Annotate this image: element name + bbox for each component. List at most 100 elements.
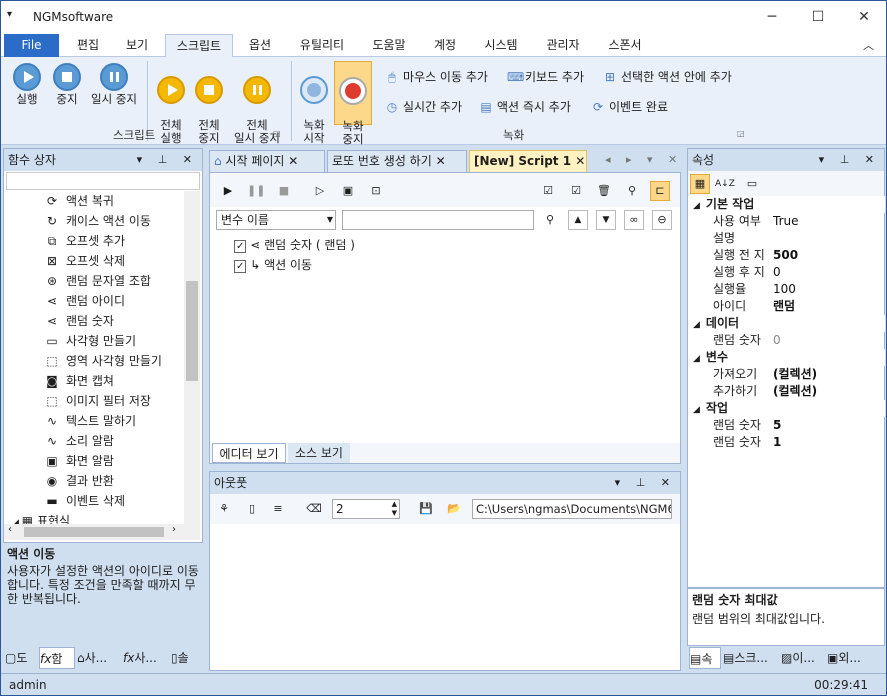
pause-button[interactable]: 일시 중지 — [87, 63, 141, 106]
property-row[interactable]: 랜덤 숫자 5 — [705, 417, 885, 434]
tree-item[interactable]: ∿ 텍스트 말하기 — [44, 411, 136, 431]
stop-button[interactable]: 중지 — [49, 63, 85, 106]
function-search-input[interactable] — [6, 172, 200, 190]
tree-scrollbar[interactable] — [184, 191, 200, 524]
property-category[interactable]: ◢ 기본 작업 — [689, 196, 885, 213]
infinity-icon[interactable]: ∞ — [624, 210, 644, 230]
search-icon[interactable]: ⚲ — [622, 181, 642, 201]
property-value[interactable]: 100 — [773, 281, 796, 298]
tree-item[interactable]: ▭ 사각형 만들기 — [44, 331, 136, 351]
tab-solution[interactable]: ▯솔 — [171, 647, 203, 669]
check-icon[interactable]: ☑ — [566, 181, 586, 201]
property-value[interactable]: (컬렉션) — [773, 366, 817, 383]
checkbox[interactable]: ✓ — [234, 260, 247, 273]
tree-item[interactable]: ⟳ 액션 복귀 — [44, 191, 114, 211]
system-menu-icon[interactable]: ▾ — [7, 9, 12, 20]
search-icon[interactable]: ⚲ — [540, 210, 560, 230]
property-value[interactable]: (컬렉션) — [773, 383, 817, 400]
tab-edit[interactable]: 편집 — [63, 34, 113, 57]
tree-group-expression[interactable]: ◢ ▦ 표현식 — [12, 511, 70, 524]
check-all-icon[interactable]: ☑ — [538, 181, 558, 201]
property-value[interactable]: 0 — [773, 264, 781, 281]
maximize-button[interactable]: ☐ — [795, 1, 841, 33]
count-stepper[interactable]: 2 ▲ ▼ — [332, 499, 400, 519]
tree-item[interactable]: ∿ 소리 알람 — [44, 431, 114, 451]
tree-item[interactable]: ▣ 화면 알람 — [44, 451, 114, 471]
property-value[interactable]: 랜덤 — [773, 298, 795, 315]
tab-scripts[interactable]: ▤스크... — [723, 647, 777, 669]
tab-options[interactable]: 옵션 — [237, 34, 283, 57]
tab-system[interactable]: 시스템 — [473, 34, 529, 57]
collapse-icon[interactable]: ◢ — [693, 354, 700, 364]
tab-account[interactable]: 계정 — [423, 34, 467, 57]
tab-admin[interactable]: 관리자 — [535, 34, 591, 57]
property-category[interactable]: ◢ 변수 — [689, 349, 885, 366]
new-file-icon[interactable]: ▯ — [242, 499, 262, 519]
stop-icon[interactable]: ■ — [274, 181, 294, 201]
tab-users[interactable]: ⌂사... — [77, 647, 121, 669]
run-selected-icon[interactable]: ▣ — [338, 181, 358, 201]
keyboard-add-button[interactable]: ⌨키보드 추가 — [507, 68, 584, 86]
tab-start-page[interactable]: ⌂ 시작 페이지 ✕ — [209, 150, 325, 172]
tree-item[interactable]: ▬ 이벤트 삭제 — [44, 491, 125, 511]
tab-source-view[interactable]: 소스 보기 — [288, 443, 350, 463]
stepper-arrows-icon[interactable]: ▲ ▼ — [392, 500, 397, 518]
output-path-field[interactable]: C:\Users\ngmas\Documents\NGM6\ — [472, 499, 672, 519]
minimize-button[interactable]: ─ — [749, 1, 795, 33]
clean-icon[interactable]: ⚘ — [214, 499, 234, 519]
tree-item[interactable]: ⊠ 오프셋 삭제 — [44, 251, 125, 271]
arrow-up-icon[interactable]: ▲ — [568, 210, 588, 230]
property-row[interactable]: 실행 전 지 500 — [705, 247, 885, 264]
ribbon-collapse-icon[interactable]: ︿ — [863, 37, 874, 53]
tab-functions[interactable]: fx함 — [39, 647, 75, 669]
property-value[interactable]: True — [773, 213, 799, 230]
arrow-down-icon[interactable]: ▼ — [596, 210, 616, 230]
action-row[interactable]: ✓ ⋖ 랜덤 숫자 ( 랜덤 ) — [234, 236, 355, 254]
tree-item[interactable]: ⋖ 랜덤 아이디 — [44, 291, 125, 311]
property-row[interactable]: 실행 후 지 0 — [705, 264, 885, 281]
variable-select[interactable]: 변수 이름 ▼ — [216, 210, 336, 230]
tab-utility[interactable]: 유틸리티 — [289, 34, 355, 57]
group-launcher-icon[interactable]: ◲ — [737, 129, 745, 138]
record-stop-button[interactable]: 녹화 중지 — [334, 61, 372, 146]
property-row[interactable]: 가져오기 (컬렉션) — [705, 366, 885, 383]
property-value[interactable]: 1 — [773, 434, 781, 451]
record-start-button[interactable]: 녹화 시작 — [297, 63, 331, 145]
property-pages-icon[interactable]: ▭ — [742, 174, 762, 194]
event-complete-button[interactable]: ⟳ 이벤트 완료 — [591, 98, 668, 116]
tree-item[interactable]: ⬚ 영역 사각형 만들기 — [44, 351, 162, 371]
collapse-icon[interactable]: ◢ — [693, 320, 700, 330]
tree-hscrollbar[interactable]: ‹ › — [4, 524, 200, 540]
tab-nav-icons[interactable]: ◂ ▸ ▾ ✕ — [605, 153, 683, 166]
group-launcher-icon[interactable]: ◲ — [273, 129, 281, 138]
tree-item[interactable]: ⧉ 오프셋 추가 — [44, 231, 125, 251]
tab-docs[interactable]: ▢도 — [5, 647, 37, 669]
action-row[interactable]: ✓ ↳ 액션 이동 — [234, 256, 312, 274]
property-row[interactable]: 랜덤 숫자 0 — [705, 332, 885, 349]
tree-item[interactable]: ⬚ 이미지 필터 저장 — [44, 391, 151, 411]
collapse-icon[interactable]: ◢ — [693, 405, 700, 415]
eraser-icon[interactable]: ⌫ — [304, 499, 324, 519]
close-icon[interactable]: ✕ — [575, 154, 585, 168]
close-icon[interactable]: ✕ — [288, 154, 298, 168]
property-row[interactable]: 사용 여부 True — [705, 213, 885, 230]
property-row[interactable]: 실행율 100 — [705, 281, 885, 298]
mouse-move-add-button[interactable]: 🖱 마우스 이동 추가 — [385, 68, 488, 86]
tree-item[interactable]: ↻ 캐이스 액션 이동 — [44, 211, 151, 231]
editor-search-input[interactable] — [342, 210, 534, 230]
stop-all-button[interactable]: 전체 중지 — [191, 63, 227, 145]
close-icon[interactable]: ✕ — [436, 154, 446, 168]
tab-external[interactable]: ▣외... — [827, 647, 883, 669]
close-button[interactable]: ✕ — [841, 1, 886, 33]
tab-user-functions[interactable]: fx사... — [123, 647, 169, 669]
file-menu[interactable]: File — [4, 34, 59, 57]
property-row[interactable]: 설명 — [705, 230, 885, 247]
run-button[interactable]: 실행 — [9, 63, 45, 106]
collapse-icon[interactable]: ◢ — [693, 201, 700, 211]
save-icon[interactable]: 💾 — [416, 499, 436, 519]
delete-icon[interactable]: 🗑 — [594, 181, 614, 201]
step-play-icon[interactable]: ▷ — [310, 181, 330, 201]
tab-sponsor[interactable]: 스폰서 — [597, 34, 653, 57]
tree-item[interactable]: ⋖ 랜덤 숫자 — [44, 311, 114, 331]
tab-help[interactable]: 도움말 — [361, 34, 417, 57]
